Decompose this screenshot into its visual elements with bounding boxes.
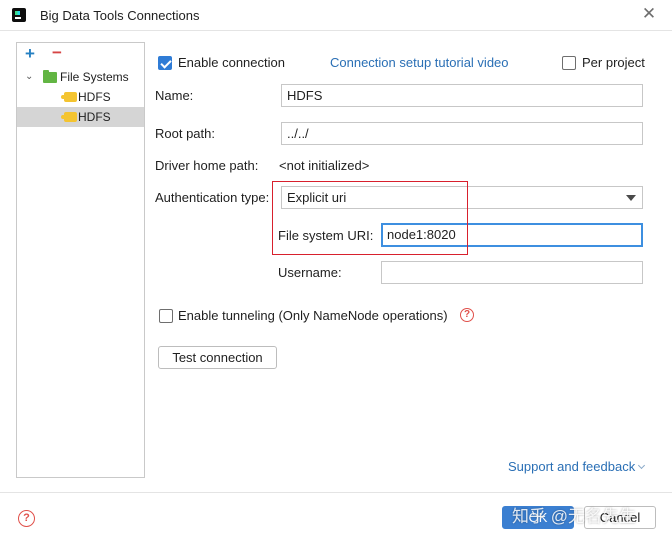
name-label: Name:: [155, 88, 194, 103]
window-title: Big Data Tools Connections: [40, 8, 200, 23]
fs-uri-field[interactable]: node1:8020: [381, 223, 643, 247]
chevron-down-icon[interactable]: ⌄: [25, 67, 33, 87]
connections-tree: + − ⌄ File Systems HDFS HDFS: [16, 42, 145, 478]
tree-item-hdfs-selected[interactable]: HDFS: [17, 107, 144, 127]
support-feedback-link[interactable]: Support and feedback: [508, 459, 646, 474]
help-icon[interactable]: ?: [460, 308, 474, 322]
add-connection-icon[interactable]: +: [25, 44, 35, 64]
app-icon: [12, 8, 26, 22]
auth-type-select[interactable]: Explicit uri: [281, 186, 643, 209]
support-feedback-label: Support and feedback: [508, 459, 636, 474]
tree-item-label: File Systems: [60, 70, 129, 84]
test-connection-button[interactable]: Test connection: [158, 346, 277, 369]
per-project-checkbox[interactable]: [562, 56, 576, 70]
username-label: Username:: [278, 265, 342, 280]
footer-divider: [0, 492, 672, 493]
tunneling-checkbox[interactable]: [159, 309, 173, 323]
ok-button[interactable]: OK: [502, 506, 574, 529]
enable-connection-label: Enable connection: [178, 55, 285, 70]
remove-connection-icon[interactable]: −: [52, 43, 62, 63]
fs-uri-label: File system URI:: [278, 228, 374, 243]
tutorial-video-link[interactable]: Connection setup tutorial video: [330, 55, 509, 70]
auth-type-value: Explicit uri: [287, 190, 347, 205]
name-field[interactable]: HDFS: [281, 84, 643, 107]
tree-item-file-systems[interactable]: ⌄ File Systems: [17, 67, 144, 87]
tree-item-hdfs[interactable]: HDFS: [17, 87, 144, 107]
close-icon[interactable]: ✕: [640, 5, 658, 23]
title-bar: Big Data Tools Connections ✕: [0, 0, 672, 31]
root-path-label: Root path:: [155, 126, 215, 141]
username-field[interactable]: [381, 261, 643, 284]
driver-home-value: <not initialized>: [279, 158, 370, 173]
folder-icon: [43, 70, 57, 83]
hdfs-icon: [61, 112, 77, 122]
auth-type-label: Authentication type:: [155, 190, 270, 205]
per-project-label: Per project: [582, 55, 645, 70]
tree-item-label: HDFS: [78, 90, 111, 104]
tunneling-label: Enable tunneling (Only NameNode operatio…: [178, 308, 448, 323]
tree-toolbar: + −: [17, 43, 144, 67]
driver-home-label: Driver home path:: [155, 158, 259, 173]
tree-item-label: HDFS: [78, 110, 111, 124]
enable-connection-checkbox[interactable]: [158, 56, 172, 70]
root-path-field[interactable]: ../../: [281, 122, 643, 145]
hdfs-icon: [61, 92, 77, 102]
chevron-down-icon: [626, 195, 636, 201]
cancel-button[interactable]: Cancel: [584, 506, 656, 529]
chevron-down-icon: [638, 461, 646, 470]
help-icon[interactable]: ?: [18, 510, 35, 527]
